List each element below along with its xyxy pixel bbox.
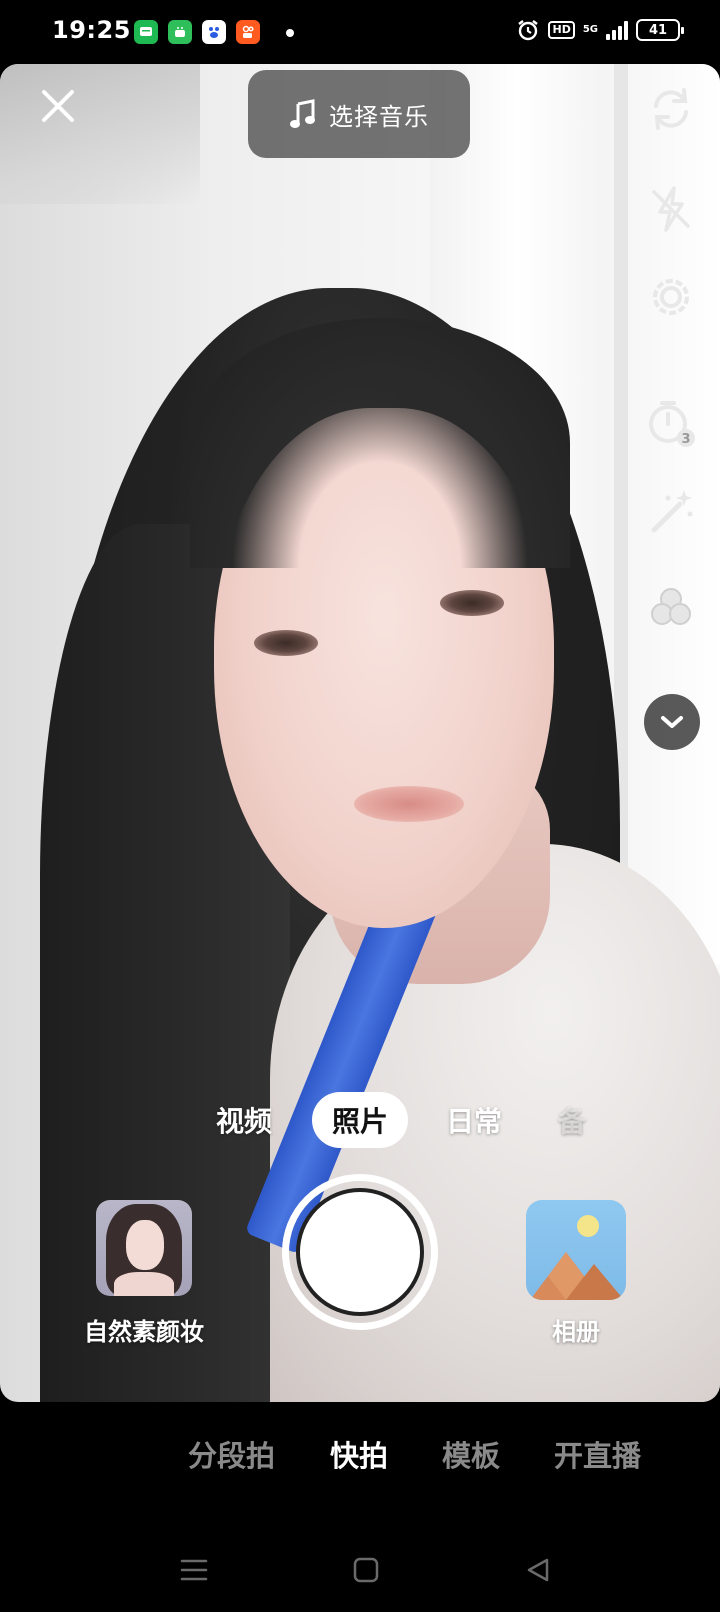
capture-mode-tabs: 视频 照片 日常 备 bbox=[0, 1092, 720, 1148]
signal-icon bbox=[606, 20, 628, 40]
tab-segment-shoot[interactable]: 分段拍 bbox=[188, 1424, 275, 1484]
preview-mouth bbox=[354, 786, 464, 822]
flash-button[interactable] bbox=[642, 180, 700, 238]
status-time: 19:25 bbox=[52, 16, 131, 44]
mode-tab-daily[interactable]: 日常 bbox=[442, 1092, 506, 1148]
shutter-inner bbox=[296, 1188, 424, 1316]
beauty-button[interactable] bbox=[642, 482, 700, 540]
mode-tab-photo[interactable]: 照片 bbox=[312, 1092, 408, 1148]
menu-nav-button[interactable] bbox=[164, 1540, 224, 1600]
select-music-button[interactable]: 选择音乐 bbox=[248, 70, 470, 158]
settings-button[interactable] bbox=[642, 268, 700, 326]
status-app-icons bbox=[134, 20, 260, 44]
beauty-wand-icon bbox=[651, 490, 693, 533]
system-nav-bar bbox=[0, 1540, 720, 1600]
hd-badge: HD bbox=[548, 21, 575, 39]
svg-text:3: 3 bbox=[681, 432, 690, 447]
expand-more-icon bbox=[661, 716, 683, 728]
notification-dot bbox=[286, 29, 294, 37]
album-icon bbox=[530, 1215, 624, 1300]
home-nav-icon bbox=[353, 1557, 379, 1583]
preview-subject-bangs bbox=[190, 318, 570, 568]
flash-off-icon bbox=[652, 186, 690, 232]
flip-camera-icon bbox=[654, 88, 688, 130]
home-nav-button[interactable] bbox=[336, 1540, 396, 1600]
filter-icon bbox=[651, 588, 691, 625]
menu-nav-icon bbox=[180, 1559, 208, 1581]
back-nav-button[interactable] bbox=[508, 1540, 568, 1600]
kuaishou-app-icon bbox=[236, 20, 260, 44]
close-button[interactable] bbox=[34, 82, 82, 130]
settings-icon bbox=[653, 279, 689, 315]
beauty-thumb-body bbox=[114, 1272, 174, 1296]
beauty-thumb-face bbox=[126, 1220, 164, 1270]
battery-level: 41 bbox=[648, 22, 668, 38]
mode-tab-partial[interactable]: 备 bbox=[552, 1092, 592, 1148]
music-note-icon bbox=[290, 99, 315, 128]
alarm-icon bbox=[518, 20, 539, 41]
expand-more-button[interactable] bbox=[644, 694, 700, 750]
tab-go-live[interactable]: 开直播 bbox=[554, 1424, 641, 1484]
messages-app-icon bbox=[134, 20, 158, 44]
android-app-icon bbox=[168, 20, 192, 44]
preview-eye-right bbox=[440, 590, 504, 616]
album-label[interactable]: 相册 bbox=[526, 1312, 626, 1347]
tab-quick-shoot[interactable]: 快拍 bbox=[330, 1424, 388, 1484]
network-type: 5G bbox=[582, 24, 598, 35]
back-nav-icon bbox=[527, 1558, 549, 1582]
baidu-app-icon bbox=[202, 20, 226, 44]
filter-button[interactable] bbox=[642, 578, 700, 636]
close-icon bbox=[42, 90, 74, 122]
flip-camera-button[interactable] bbox=[642, 80, 700, 138]
preview-eye-left bbox=[254, 630, 318, 656]
status-bar: 19:25 HD 5G 41 bbox=[0, 0, 720, 64]
timer-3s-icon: 3 bbox=[649, 401, 695, 447]
battery-icon: 41 bbox=[636, 19, 684, 41]
timer-button[interactable]: 3 bbox=[642, 394, 700, 452]
status-right-icons: HD 5G 41 bbox=[516, 18, 684, 42]
tab-templates[interactable]: 模板 bbox=[442, 1424, 500, 1484]
beauty-preset-thumbnail[interactable] bbox=[96, 1200, 192, 1296]
album-button[interactable] bbox=[526, 1200, 626, 1300]
select-music-label: 选择音乐 bbox=[329, 102, 429, 131]
bottom-tabs: 分段拍 快拍 模板 开直播 bbox=[0, 1424, 720, 1484]
preview-background bbox=[0, 64, 200, 204]
shutter-button[interactable] bbox=[282, 1174, 438, 1330]
beauty-preset-label[interactable]: 自然素颜妆 bbox=[72, 1312, 216, 1347]
mode-tab-video[interactable]: 视频 bbox=[212, 1092, 276, 1148]
